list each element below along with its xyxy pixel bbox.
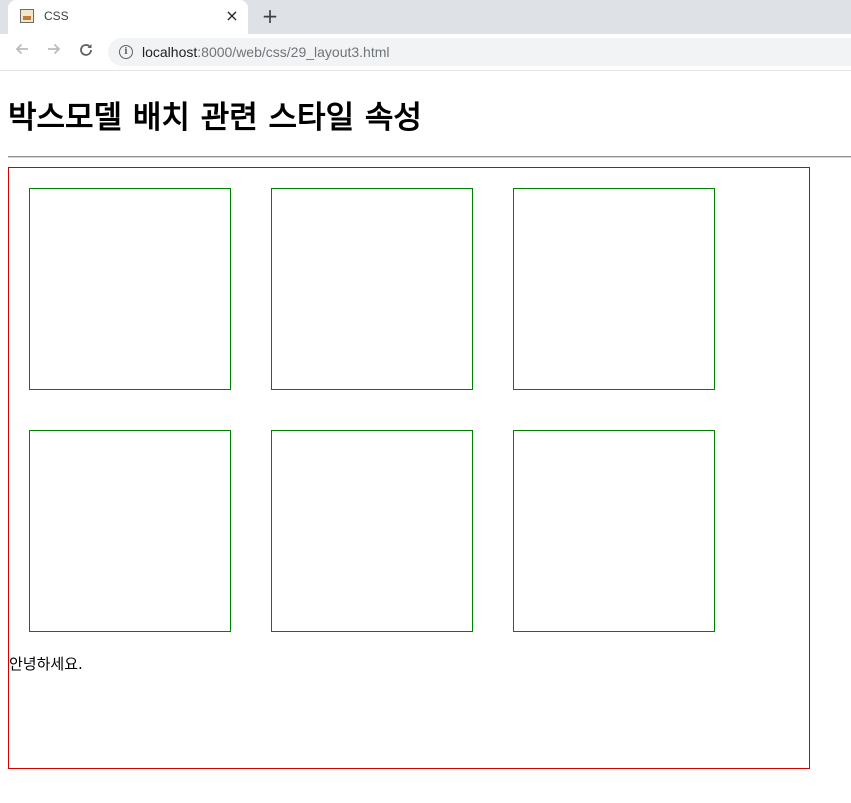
browser-tab[interactable]: CSS ×: [8, 0, 248, 34]
horizontal-rule: [8, 156, 851, 158]
green-box: [271, 430, 473, 632]
url-host: localhost: [142, 44, 198, 60]
reload-icon[interactable]: [74, 40, 98, 64]
forward-arrow-icon[interactable]: [42, 40, 66, 64]
browser-toolbar: i localhost:8000/web/css/29_layout3.html: [0, 34, 851, 71]
greeting-text: 안녕하세요.: [9, 655, 83, 673]
green-box: [29, 430, 231, 632]
favicon-icon: [20, 9, 34, 23]
new-tab-button[interactable]: +: [259, 5, 281, 27]
tab-strip: CSS × +: [0, 0, 851, 34]
green-box: [29, 188, 231, 390]
green-box: [513, 430, 715, 632]
page-title: 박스모델 배치 관련 스타일 속성: [8, 100, 422, 136]
green-box: [271, 188, 473, 390]
layout-container: 안녕하세요.: [8, 167, 810, 769]
url-text[interactable]: localhost:8000/web/css/29_layout3.html: [142, 44, 390, 60]
back-arrow-icon[interactable]: [10, 40, 34, 64]
address-bar[interactable]: i localhost:8000/web/css/29_layout3.html: [108, 38, 851, 66]
url-path: :8000/web/css/29_layout3.html: [197, 44, 390, 60]
close-icon[interactable]: ×: [222, 6, 242, 26]
info-icon[interactable]: i: [119, 45, 133, 59]
green-box: [513, 188, 715, 390]
tab-title: CSS: [44, 9, 69, 23]
